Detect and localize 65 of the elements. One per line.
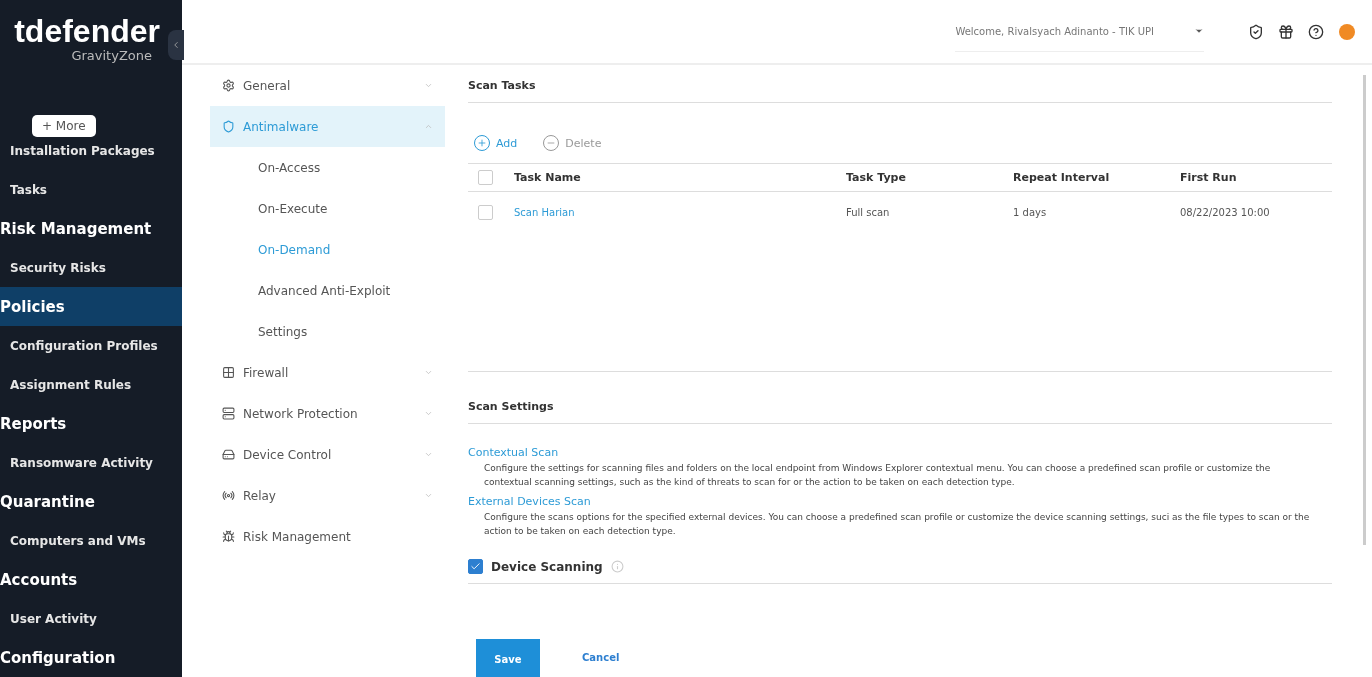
policy-menu-item[interactable]: General [210, 65, 445, 106]
cancel-button[interactable]: Cancel [576, 650, 626, 664]
grid-icon [222, 366, 235, 379]
more-button[interactable]: + More [32, 115, 96, 137]
sidebar-item[interactable]: Security Risks [0, 248, 182, 287]
avatar-icon[interactable] [1338, 22, 1356, 41]
sidebar-item[interactable]: Quarantine [0, 482, 182, 521]
sidebar-item[interactable]: Reports [0, 404, 182, 443]
signal-icon [222, 489, 235, 502]
row-checkbox[interactable] [478, 204, 493, 220]
server-icon [222, 407, 235, 420]
sidebar-item[interactable]: Ransomware Activity [0, 443, 182, 482]
chevron-down-icon [424, 491, 433, 500]
device-scanning-checkbox[interactable] [468, 559, 483, 574]
policy-submenu-item[interactable]: On-Execute [210, 188, 445, 229]
column-header: First Run [1180, 171, 1238, 184]
sidebar-item[interactable]: Configuration [0, 638, 182, 677]
drive-icon [222, 448, 235, 461]
brand-logo: tdefender [14, 14, 160, 48]
section-title: Scan Settings [468, 394, 1332, 424]
chevron-down-icon [424, 409, 433, 418]
sidebar-item[interactable]: Configuration Profiles [0, 326, 182, 365]
column-header: Repeat Interval [1013, 171, 1111, 184]
account-dropdown[interactable]: Welcome, Rivalsyach Adinanto - TIK UPI [955, 11, 1204, 52]
select-all-checkbox[interactable] [478, 170, 493, 185]
gear-icon [222, 79, 235, 92]
chevron-up-icon [424, 122, 433, 131]
sidebar-item[interactable]: Accounts [0, 560, 182, 599]
bug-icon [222, 530, 235, 543]
setting-description: Configure the scans options for the specified external devices. You can choose a predefined scan profile or customize the device scanning settings, suci as the file types to scan or the action to be taken on each detection type. [483, 511, 1311, 538]
policy-menu-item[interactable]: Firewall [210, 352, 445, 393]
policy-menu-item[interactable]: Relay [210, 475, 445, 516]
policy-menu-item[interactable]: Network Protection [210, 393, 445, 434]
chevron-down-icon [424, 81, 433, 90]
shield-icon[interactable] [1248, 23, 1264, 40]
sidebar-item[interactable]: Policies [0, 287, 182, 326]
policy-menu-item[interactable]: Device Control [210, 434, 445, 475]
policy-submenu-item[interactable]: Advanced Anti-Exploit [210, 270, 445, 311]
check-icon [470, 561, 481, 572]
section-title: Scan Tasks [468, 73, 1332, 103]
shield-icon [222, 120, 235, 133]
sidebar-item[interactable]: Computers and VMs [0, 521, 182, 560]
column-header: Task Type [846, 171, 907, 184]
product-name: GravityZone [71, 48, 152, 63]
policy-submenu-item[interactable]: On-Access [210, 147, 445, 188]
gift-icon[interactable] [1278, 23, 1294, 40]
sidebar-item[interactable]: User Activity [0, 599, 182, 638]
policy-menu-item[interactable]: Risk Management [210, 516, 445, 557]
chevron-down-icon [424, 368, 433, 377]
caret-icon [1194, 26, 1204, 36]
table-cell-text: 08/22/2023 10:00 [1180, 206, 1271, 218]
sidebar-item[interactable]: Tasks [0, 170, 182, 209]
collapse-handle[interactable] [168, 30, 184, 60]
table-cell-text: Full scan [846, 206, 891, 218]
policy-submenu-item[interactable]: Settings [210, 311, 445, 352]
chevron-down-icon [424, 450, 433, 459]
table-cell-text: 1 days [1013, 206, 1048, 218]
info-icon[interactable] [610, 560, 624, 573]
setting-description: Configure the settings for scanning files and folders on the local endpoint from Windows Explorer contextual menu. You can choose a predefined scan profile or customize the contextual scanning settings, such as the kind of threats to scan for or the action to be taken on each detection type. [483, 462, 1272, 489]
help-icon[interactable] [1308, 23, 1324, 40]
checkbox-label: Device Scanning [491, 559, 603, 574]
column-header: Task Name [514, 171, 582, 184]
sidebar-item[interactable]: Risk Management [0, 209, 182, 248]
sidebar-item[interactable]: Assignment Rules [0, 365, 182, 404]
save-button[interactable]: Save [476, 639, 540, 677]
